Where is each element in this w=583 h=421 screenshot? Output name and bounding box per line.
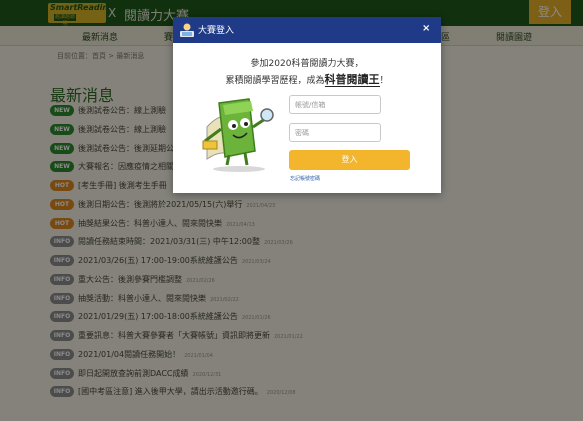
- intro-highlight: 科普閱讀王: [324, 73, 380, 87]
- modal-intro-line1: 參加2020科普閱讀力大賽，: [250, 59, 364, 69]
- intro-prefix: 累積閱讀學習歷程，成為: [225, 76, 325, 86]
- close-icon[interactable]: ×: [422, 23, 430, 34]
- password-input[interactable]: [289, 123, 381, 142]
- login-submit-button[interactable]: 登入: [289, 150, 410, 170]
- intro-suffix: ！: [379, 76, 389, 86]
- forgot-password-link[interactable]: 忘記帳號密碼: [290, 175, 320, 182]
- page: SmartReading 越讀越聰明 X 閱讀力大賽 登入 最新消息 賽 區 閱…: [0, 0, 583, 421]
- username-input[interactable]: [289, 95, 381, 114]
- login-modal: 大賽登入 × 參加2020科普閱讀力大賽， 累積閱讀學習歷程，成為科普閱讀王！ …: [173, 17, 441, 193]
- book-mascot-icon: [202, 98, 274, 172]
- modal-header: 大賽登入 ×: [173, 17, 441, 43]
- modal-title: 大賽登入: [198, 26, 235, 36]
- reading-user-icon: [180, 23, 194, 37]
- modal-intro-line2: 累積閱讀學習歷程，成為科普閱讀王！: [173, 71, 441, 87]
